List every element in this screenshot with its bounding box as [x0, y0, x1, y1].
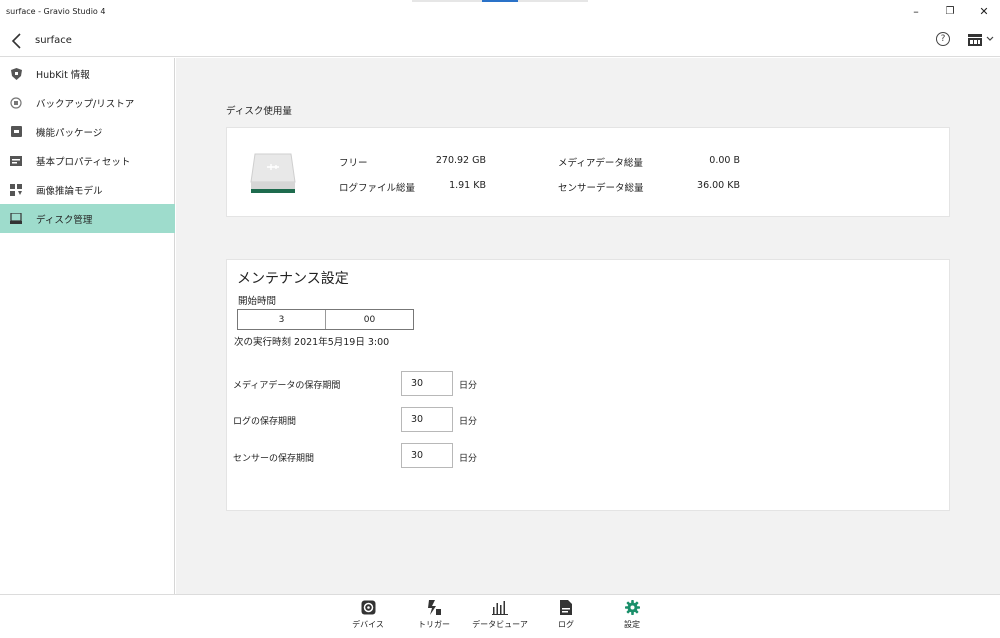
start-time-picker[interactable]: 3 00	[237, 309, 414, 330]
tab-data-viewer[interactable]: データビューア	[470, 599, 530, 635]
sidebar-item-image-model[interactable]: 画像推論モデル	[0, 175, 175, 204]
sensor-label: センサーデータ総量	[558, 183, 644, 194]
sidebar-item-feature-package[interactable]: 機能パッケージ	[0, 117, 175, 146]
sidebar-item-label: 機能パッケージ	[36, 127, 103, 139]
maintenance-heading: メンテナンス設定	[237, 271, 349, 287]
sidebar-item-label: ディスク管理	[36, 214, 93, 226]
sensor-retention-input[interactable]: 30	[401, 443, 453, 468]
tab-device[interactable]: デバイス	[338, 599, 398, 635]
log-label: ログファイル総量	[339, 183, 416, 194]
maintenance-card: メンテナンス設定 開始時間 3 00 次の実行時刻 2021年5月19日 3:0…	[226, 259, 950, 511]
free-value: 270.92 GB	[435, 155, 486, 166]
start-time-label: 開始時間	[238, 296, 277, 307]
sidebar-item-disk-management[interactable]: ディスク管理	[0, 204, 175, 233]
tab-label: デバイス	[352, 620, 384, 629]
sidebar-item-label: バックアップ/リストア	[36, 98, 135, 110]
minute-field[interactable]: 00	[326, 310, 413, 329]
sidebar-item-label: HubKit 情報	[36, 69, 90, 81]
tab-label: 設定	[624, 620, 640, 629]
sensor-value: 36.00 KB	[697, 180, 740, 191]
title-bar: surface - Gravio Studio 4 – ❐ ✕	[0, 0, 1000, 26]
layout-icon[interactable]	[968, 34, 982, 46]
main-content: ディスク使用量 フリー 270.92 GB ログファイル総量 1.91 KB メ…	[176, 58, 1000, 594]
sensor-retention-label: センサーの保存期間	[233, 454, 315, 464]
chevron-down-icon[interactable]	[986, 36, 994, 42]
tab-log[interactable]: ログ	[536, 599, 596, 635]
log-icon	[558, 599, 574, 615]
sidebar-item-property-set[interactable]: 基本プロパティセット	[0, 146, 175, 175]
media-label: メディアデータ総量	[558, 158, 643, 169]
disk-usage-heading: ディスク使用量	[226, 106, 292, 117]
sidebar-item-backup-restore[interactable]: バックアップ/リストア	[0, 88, 175, 117]
media-retention-unit: 日分	[459, 381, 478, 391]
gear-icon	[624, 599, 640, 615]
window-title: surface - Gravio Studio 4	[6, 7, 106, 16]
breadcrumb: surface	[35, 35, 72, 46]
title-drag-indicator-active	[482, 0, 518, 2]
help-icon[interactable]: ?	[936, 32, 950, 46]
disk-icon	[10, 213, 22, 225]
tab-label: ログ	[558, 620, 574, 629]
free-label: フリー	[339, 158, 368, 169]
sensor-retention-unit: 日分	[459, 454, 478, 464]
log-value: 1.91 KB	[449, 180, 486, 191]
maximize-button[interactable]: ❐	[940, 4, 960, 20]
back-arrow-icon[interactable]	[10, 32, 24, 50]
log-retention-unit: 日分	[459, 417, 478, 427]
sidebar: HubKit 情報 バックアップ/リストア 機能パッケージ 基本プロパティセット…	[0, 58, 175, 594]
media-value: 0.00 B	[709, 155, 740, 166]
navigation-bar: surface ?	[0, 26, 1000, 57]
sidebar-item-label: 基本プロパティセット	[36, 156, 131, 168]
disk-usage-card: フリー 270.92 GB ログファイル総量 1.91 KB メディアデータ総量…	[226, 127, 950, 217]
bottom-navigation: デバイス トリガー データビューア ログ 設定	[0, 594, 1000, 638]
property-icon	[10, 155, 22, 167]
next-run-time: 次の実行時刻 2021年5月19日 3:00	[234, 337, 390, 348]
shield-icon	[10, 67, 22, 80]
model-icon	[10, 183, 22, 196]
sidebar-item-hubkit-info[interactable]: HubKit 情報	[0, 59, 175, 88]
media-retention-label: メディアデータの保存期間	[233, 381, 341, 391]
minimize-button[interactable]: –	[906, 4, 926, 20]
tab-settings[interactable]: 設定	[602, 599, 662, 635]
media-retention-input[interactable]: 30	[401, 371, 453, 396]
tab-label: データビューア	[472, 620, 528, 629]
sidebar-item-label: 画像推論モデル	[36, 185, 103, 197]
title-drag-indicator	[412, 0, 588, 2]
tab-label: トリガー	[418, 620, 450, 629]
chart-icon	[492, 599, 508, 615]
log-retention-label: ログの保存期間	[233, 417, 297, 427]
backup-icon	[10, 96, 22, 109]
hour-field[interactable]: 3	[238, 310, 326, 329]
trigger-icon	[426, 599, 442, 615]
device-icon	[360, 599, 376, 615]
close-button[interactable]: ✕	[974, 4, 994, 20]
tab-trigger[interactable]: トリガー	[404, 599, 464, 635]
log-retention-input[interactable]: 30	[401, 407, 453, 432]
drive-icon	[250, 153, 296, 193]
package-icon	[10, 126, 22, 138]
